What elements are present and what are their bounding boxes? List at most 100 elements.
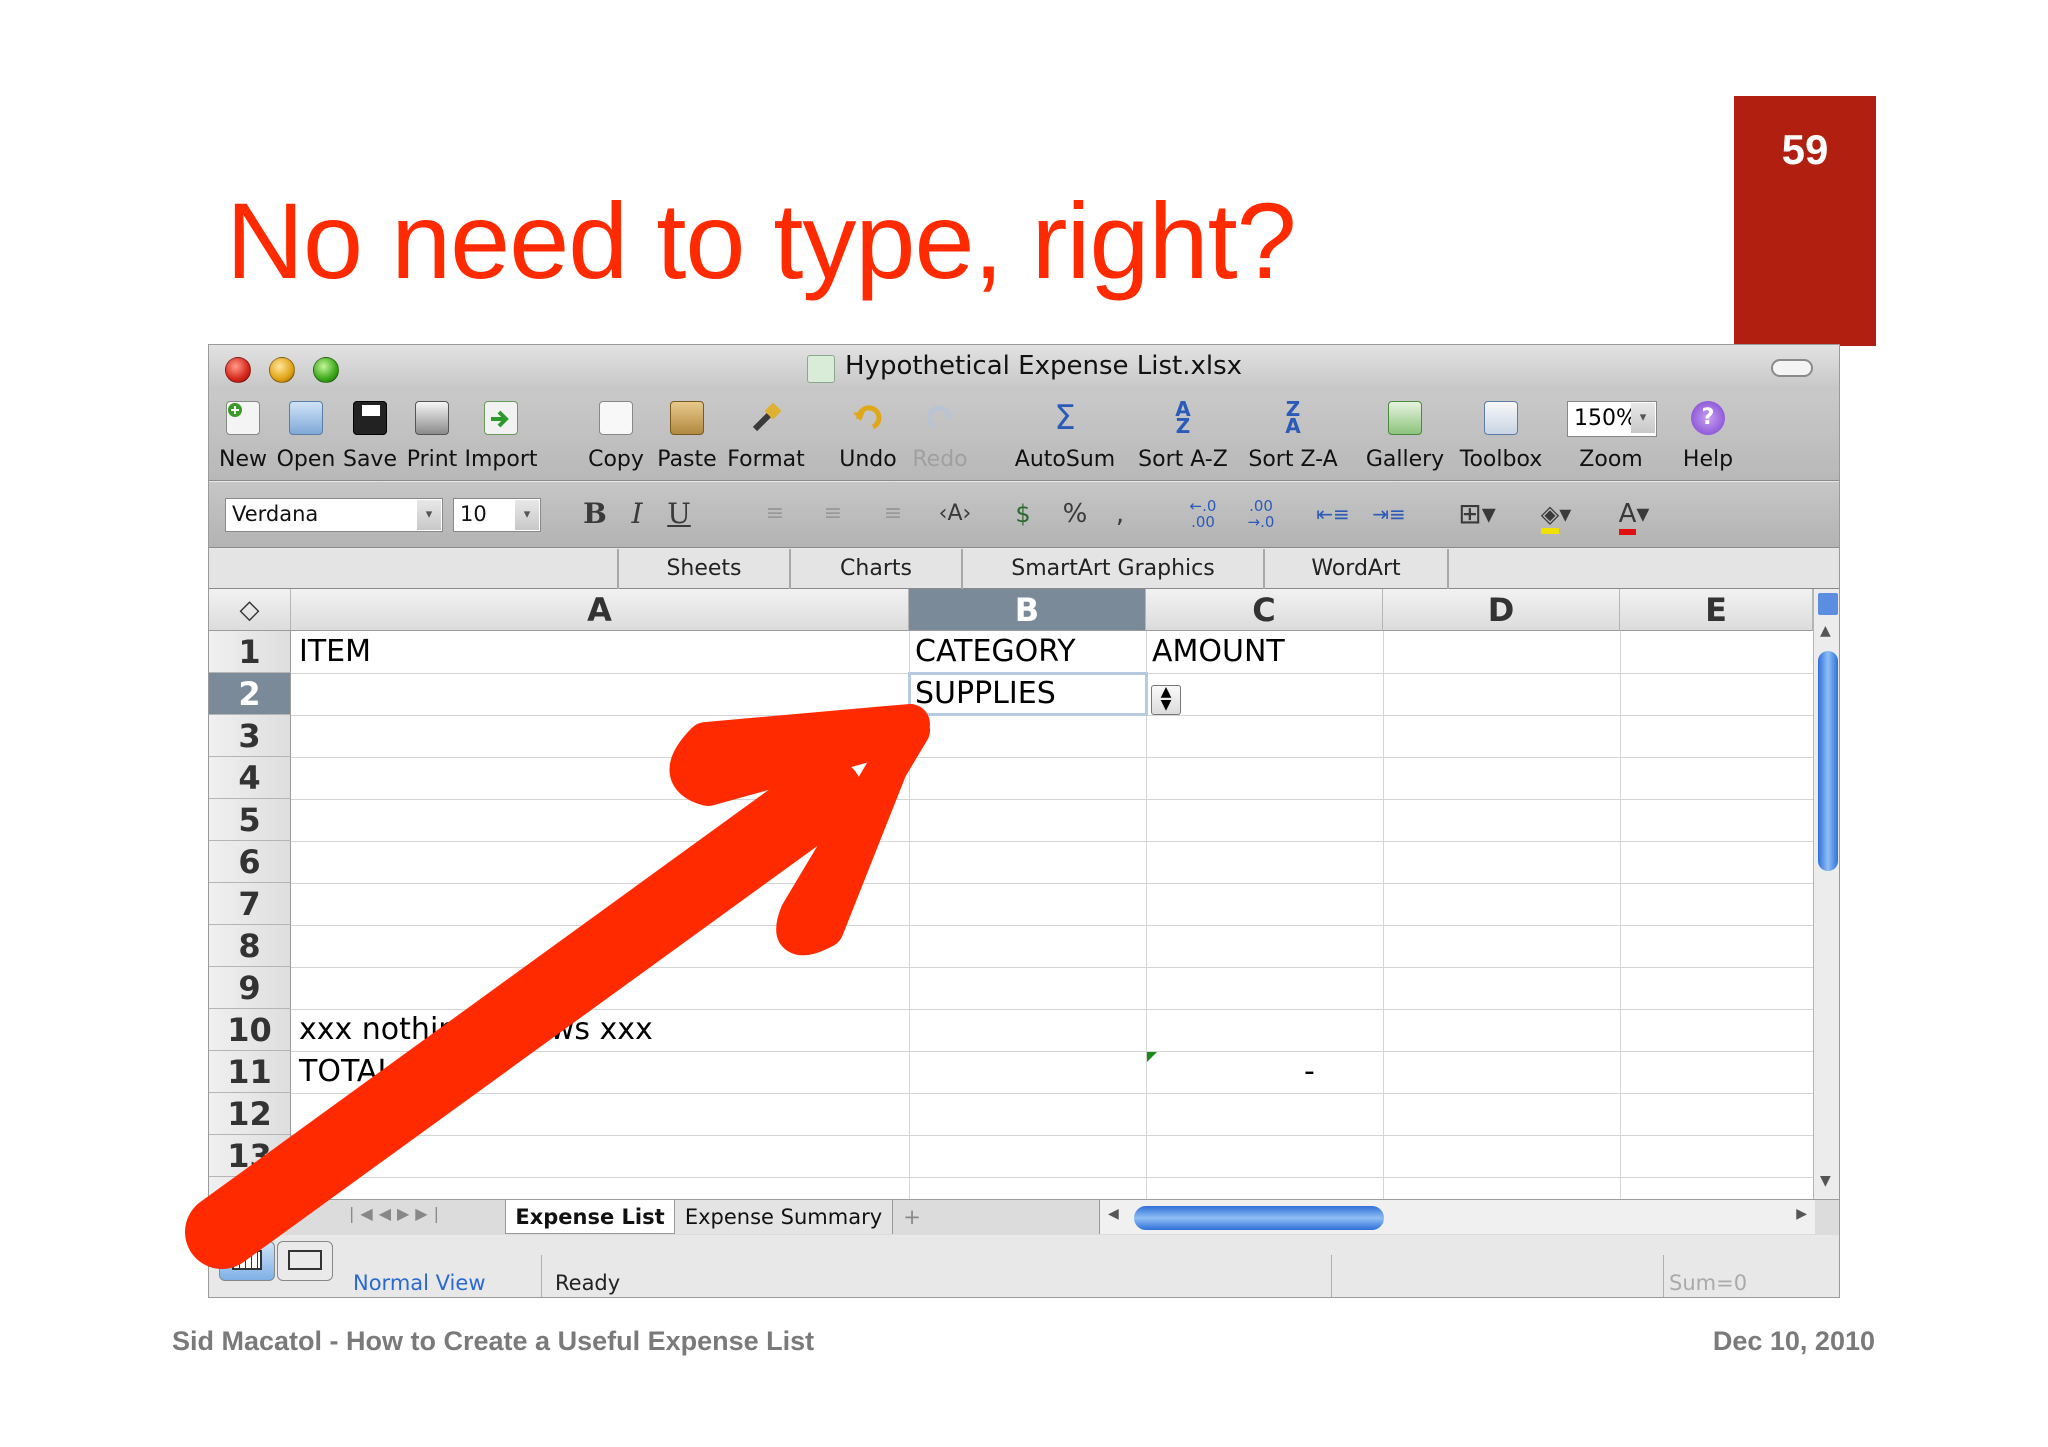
grid-line [909,631,910,1199]
undo-button[interactable]: Undo [833,391,903,481]
spreadsheet-grid[interactable]: ◇ A B C D E 1 2 3 4 5 6 7 8 9 10 11 12 1… [209,589,1813,1199]
row-header-6[interactable]: 6 [209,841,291,883]
row-header-11[interactable]: 11 [209,1051,291,1093]
sheet-navigation-icons[interactable]: |◀◀▶▶| [349,1204,445,1223]
row-header-4[interactable]: 4 [209,757,291,799]
font-name-value: Verdana [232,502,319,526]
row-header-14[interactable]: 14 [209,1177,291,1199]
horizontal-scrollbar[interactable]: ◀ ▶ [1099,1200,1815,1234]
format-button[interactable]: Format [725,391,807,481]
increase-decimal-icon[interactable]: ←.0.00 [1181,496,1225,532]
list-dropdown-button[interactable]: ▲ ▼ [1151,685,1181,715]
cell-a1[interactable]: ITEM [299,631,371,673]
print-button[interactable]: Print [401,391,463,481]
zoom-control[interactable]: 150% ▾ Zoom [1559,391,1663,481]
currency-icon[interactable]: $ [1003,496,1043,532]
column-header-c[interactable]: C [1146,589,1383,631]
split-handle-icon[interactable] [1818,593,1838,615]
sort-desc-icon: ZA [1285,397,1301,438]
column-header-a[interactable]: A [291,589,909,631]
tab-charts[interactable]: Charts [789,549,961,589]
column-header-d[interactable]: D [1383,589,1620,631]
help-button[interactable]: ? Help [1675,391,1741,481]
toolbox-button[interactable]: Toolbox [1449,391,1553,481]
vertical-scroll-thumb[interactable] [1818,651,1838,871]
zoom-window-button[interactable] [313,357,339,383]
decrease-decimal-icon[interactable]: .00 →.0 [1239,496,1283,532]
scroll-down-icon[interactable]: ▼ [1820,1173,1831,1189]
row-header-2[interactable]: 2 [209,673,291,715]
row-header-12[interactable]: 12 [209,1093,291,1135]
minimize-window-button[interactable] [269,357,295,383]
cell-a10[interactable]: xxx nothing follows xxx [299,1009,653,1051]
select-all-corner[interactable]: ◇ [209,589,291,631]
autosum-button[interactable]: Σ AutoSum [1013,391,1117,481]
font-name-select[interactable]: Verdana ▾ [225,498,443,532]
bold-icon[interactable]: B [577,496,613,532]
merge-center-icon[interactable]: ‹A› [933,496,977,532]
add-sheet-button[interactable]: + [897,1200,927,1234]
row-header-1[interactable]: 1 [209,631,291,673]
row-header-10[interactable]: 10 [209,1009,291,1051]
align-center-icon[interactable]: ≡ [815,496,851,532]
save-button[interactable]: Save [339,391,401,481]
scroll-right-icon[interactable]: ▶ [1796,1206,1807,1222]
toolbar-toggle-button[interactable] [1771,359,1813,377]
save-button-label: Save [342,447,397,472]
align-right-icon[interactable]: ≡ [875,496,911,532]
row-header-13[interactable]: 13 [209,1135,291,1177]
slide-number: 59 [1781,126,1829,173]
cell-b1[interactable]: CATEGORY [915,631,1076,673]
sort-z-a-button[interactable]: ZA Sort Z-A [1239,391,1347,481]
row-header-7[interactable]: 7 [209,883,291,925]
percent-icon[interactable]: % [1057,496,1093,532]
autosum-button-label: AutoSum [1014,447,1116,472]
fill-color-icon[interactable]: ◈▾ [1527,496,1585,534]
sheet-tab-expense-list[interactable]: Expense List [505,1200,675,1234]
sort-a-z-button[interactable]: AZ Sort A-Z [1129,391,1237,481]
cell-a11[interactable]: TOTAL [299,1051,394,1093]
scroll-left-icon[interactable]: ◀ [1108,1206,1119,1222]
gallery-icon [1388,401,1422,435]
tab-sheets[interactable]: Sheets [617,549,789,589]
cell-b2[interactable]: SUPPLIES [915,673,1056,715]
page-layout-view-button[interactable] [277,1241,333,1281]
title-bar[interactable]: Hypothetical Expense List.xlsx [209,345,1839,391]
column-header-b[interactable]: B [909,589,1146,631]
sheet-tab-expense-summary[interactable]: Expense Summary [675,1200,893,1234]
new-button[interactable]: New [215,391,271,481]
open-button[interactable]: Open [273,391,339,481]
cell-c1[interactable]: AMOUNT [1152,631,1285,673]
borders-icon[interactable]: ⊞▾ [1449,496,1505,532]
column-header-e[interactable]: E [1620,589,1813,631]
scroll-up-icon[interactable]: ▲ [1820,623,1831,639]
import-button[interactable]: Import [463,391,539,481]
close-window-button[interactable] [225,357,251,383]
slide-number-box: 59 [1734,96,1876,346]
horizontal-scroll-thumb[interactable] [1134,1206,1384,1230]
increase-indent-icon[interactable]: ⇥≡ [1369,496,1409,532]
underline-icon[interactable]: U [661,496,697,532]
normal-view-button[interactable] [219,1241,275,1281]
vertical-scrollbar[interactable]: ▲ ▼ [1813,589,1839,1199]
gallery-button[interactable]: Gallery [1361,391,1449,481]
paste-button[interactable]: Paste [653,391,721,481]
align-left-icon[interactable]: ≡ [757,496,793,532]
zoom-select[interactable]: 150% ▾ [1567,401,1657,437]
cell-c11[interactable]: - [1304,1051,1315,1093]
decrease-indent-icon[interactable]: ⇤≡ [1313,496,1353,532]
italic-icon[interactable]: I [619,496,655,532]
font-size-select[interactable]: 10 ▾ [453,498,541,532]
comma-style-icon[interactable]: , [1105,496,1135,532]
font-color-icon[interactable]: A▾ [1605,496,1663,535]
tab-smartart-graphics[interactable]: SmartArt Graphics [961,549,1263,589]
tab-wordart[interactable]: WordArt [1263,549,1449,589]
row-header-8[interactable]: 8 [209,925,291,967]
undo-icon [851,401,885,435]
row-header-9[interactable]: 9 [209,967,291,1009]
copy-button[interactable]: Copy [583,391,649,481]
import-icon [484,401,518,435]
row-header-3[interactable]: 3 [209,715,291,757]
row-header-5[interactable]: 5 [209,799,291,841]
footer-author: Sid Macatol - How to Create a Useful Exp… [172,1326,815,1356]
